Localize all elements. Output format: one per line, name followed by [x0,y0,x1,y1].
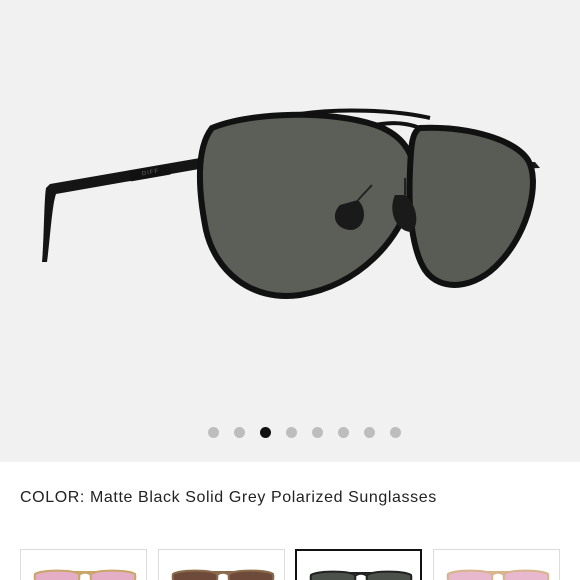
color-swatches [20,549,580,580]
carousel-dot[interactable] [233,427,245,438]
swatch-brown-lens[interactable] [158,549,285,580]
swatch-gold-rose-lens[interactable] [20,549,147,580]
carousel-dot[interactable] [259,427,271,438]
swatch-black-grey-lens[interactable] [295,549,422,580]
color-selection-text: COLOR: Matte Black Solid Grey Polarized … [20,489,560,507]
sunglasses-icon [309,570,413,580]
carousel-dot[interactable] [389,427,401,438]
product-image[interactable]: DIFF [0,0,580,400]
color-value: Matte Black Solid Grey Polarized Sunglas… [90,489,437,506]
sunglasses-icon [171,569,275,580]
product-gallery: DIFF [0,0,580,462]
swatch-rose-gold-lens[interactable] [433,549,560,580]
carousel-dot[interactable] [285,427,297,438]
carousel-dots [0,427,580,439]
sunglasses-icon [446,569,550,580]
carousel-dot[interactable] [207,427,219,438]
carousel-dot[interactable] [337,427,349,438]
carousel-dot[interactable] [363,427,375,438]
carousel-dot[interactable] [311,427,323,438]
sunglasses-icon [33,569,137,580]
color-label: COLOR: [20,489,85,506]
